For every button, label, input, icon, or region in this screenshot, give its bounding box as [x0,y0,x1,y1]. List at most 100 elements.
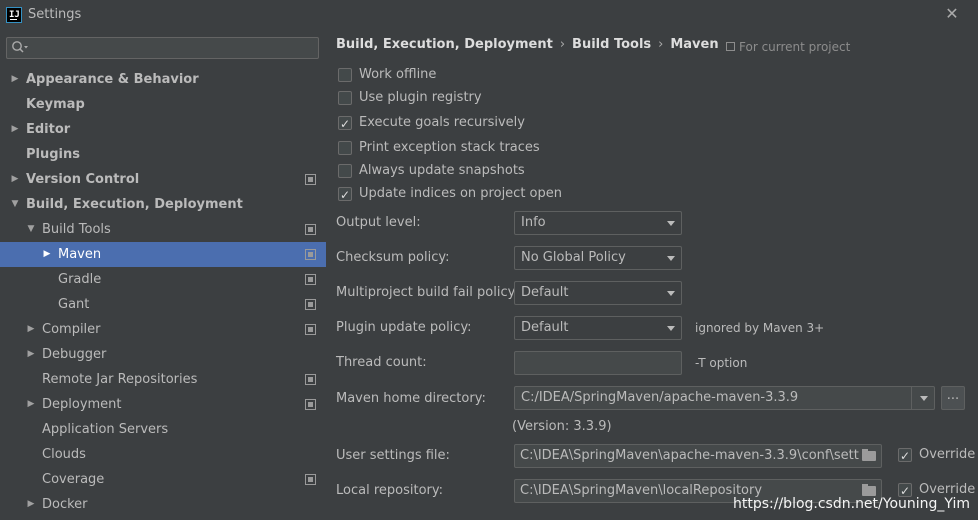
chevron-down-icon [920,396,928,401]
sidebar-item[interactable]: ▼ Build Tools [0,217,326,242]
settings-tree: ▶ Appearance & Behavior Keymap ▶ Editor Plugi… [0,67,326,517]
sidebar-item[interactable]: Application Servers [0,417,326,442]
scope-text: For current project [739,40,851,54]
chevron-down-icon[interactable]: ▼ [25,217,37,242]
window-title: Settings [28,7,82,22]
maven-home-dropdown[interactable]: C:/IDEA/SpringMaven/apache-maven-3.3.9 [514,386,935,410]
sidebar-item[interactable]: ▶ Editor [0,117,326,142]
sidebar-item-label: Coverage [42,472,105,487]
chevron-down-icon [667,326,675,331]
work-offline-checkbox[interactable] [338,68,352,82]
chevron-right-icon[interactable]: ▶ [41,242,53,267]
sidebar-item[interactable]: ▶ Debugger [0,342,326,367]
fail-policy-dropdown[interactable]: Default [514,281,682,305]
sidebar-item-label: Version Control [26,172,140,187]
sidebar-item[interactable]: Keymap [0,92,326,117]
print-exception-stack-traces-checkbox[interactable] [338,141,352,155]
sidebar-item-label: Application Servers [42,422,169,437]
sidebar-item[interactable]: Remote Jar Repositories [0,367,326,392]
chevron-down-icon [667,221,675,226]
checksum-policy-dropdown[interactable]: No Global Policy [514,246,682,270]
input-value: C:\IDEA\SpringMaven\apache-maven-3.3.9\c… [520,448,860,463]
sidebar-item-label: Editor [26,122,71,137]
sidebar-item-label: Build, Execution, Deployment [26,197,243,212]
sidebar-item[interactable]: ▶ Appearance & Behavior [0,67,326,92]
local-repository-override-checkbox[interactable] [898,481,912,501]
folder-icon[interactable] [862,449,876,461]
output-level-dropdown[interactable]: Info [514,211,682,235]
fail-policy-label: Multiproject build fail policy: [336,285,519,300]
chevron-right-icon[interactable]: ▶ [9,67,21,92]
sidebar-item[interactable]: Coverage [0,467,326,492]
always-update-snapshots-checkbox[interactable] [338,164,352,178]
update-indices-checkbox[interactable] [338,185,352,205]
sidebar-item[interactable]: Gradle [0,267,326,292]
chevron-right-icon[interactable]: ▶ [25,317,37,342]
dropdown-value: Info [521,215,546,230]
chevron-down-icon[interactable]: ▼ [9,192,21,217]
sidebar-item[interactable]: ▼ Build, Execution, Deployment [0,192,326,217]
sidebar-item[interactable]: Plugins [0,142,326,167]
project-scope-icon [305,249,316,260]
breadcrumb-item[interactable]: Build Tools [572,37,651,52]
watermark: https://blog.csdn.net/Youning_Yim [733,496,970,512]
use-plugin-registry-checkbox[interactable] [338,91,352,105]
sidebar-item[interactable]: ▶ Maven [0,242,326,267]
breadcrumb: Build, Execution, Deployment › Build Tools… [336,37,719,52]
sidebar-item-label: Deployment [42,397,122,412]
sidebar-item-label: Build Tools [42,222,111,237]
dropdown-value: Default [521,320,569,335]
breadcrumb-separator: › [559,37,566,52]
project-scope-icon [305,274,316,285]
project-scope-icon [305,474,316,485]
sidebar-item[interactable]: Clouds [0,442,326,467]
project-scope-icon [305,174,316,185]
browse-maven-home-button[interactable]: ... [941,386,965,410]
user-settings-input[interactable]: C:\IDEA\SpringMaven\apache-maven-3.3.9\c… [514,444,882,468]
thread-count-input[interactable] [514,351,682,375]
dropdown-value: No Global Policy [521,250,626,265]
chevron-down-icon [667,256,675,261]
dropdown-value: Default [521,285,569,300]
sidebar-item-label: Keymap [26,97,85,112]
sidebar-item-label: Compiler [42,322,101,337]
close-button[interactable]: ✕ [942,4,962,24]
search-icon [12,41,28,53]
folder-icon[interactable] [862,484,876,496]
sidebar-item[interactable]: ▶ Version Control [0,167,326,192]
chevron-right-icon[interactable]: ▶ [25,392,37,417]
plugin-policy-hint: ignored by Maven 3+ [695,321,825,335]
chevron-right-icon[interactable]: ▶ [9,117,21,142]
close-icon: ✕ [945,4,959,23]
sidebar-item[interactable]: Gant [0,292,326,317]
sidebar-item-label: Docker [42,497,88,512]
sidebar-item[interactable]: ▶ Deployment [0,392,326,417]
search-input[interactable] [31,39,311,57]
checkbox-label: Always update snapshots [359,163,525,178]
chevron-right-icon[interactable]: ▶ [25,342,37,367]
chevron-right-icon[interactable]: ▶ [9,167,21,192]
sidebar-item-label: Plugins [26,147,80,162]
project-scope-icon [305,224,316,235]
dropdown-divider [911,387,912,409]
sidebar-item-label: Remote Jar Repositories [42,372,198,387]
project-scope-icon [305,324,316,335]
plugin-update-policy-dropdown[interactable]: Default [514,316,682,340]
local-repository-label: Local repository: [336,483,443,498]
chevron-right-icon[interactable]: ▶ [25,492,37,517]
sidebar-item-label: Debugger [42,347,107,362]
user-settings-override-checkbox[interactable] [898,446,912,466]
thread-count-hint: -T option [695,356,748,370]
execute-goals-recursively-checkbox[interactable] [338,114,352,134]
checkbox-label: Override [919,447,976,462]
breadcrumb-item[interactable]: Build, Execution, Deployment [336,37,553,52]
sidebar-item[interactable]: ▶ Docker [0,492,326,517]
sidebar-item-label: Gradle [58,272,102,287]
breadcrumb-separator: › [658,37,664,52]
checkbox-label: Work offline [359,67,437,82]
sidebar-item[interactable]: ▶ Compiler [0,317,326,342]
maven-version-text: (Version: 3.3.9) [512,419,612,434]
intellij-logo-icon: IJ [6,7,22,23]
maven-settings-panel: Build, Execution, Deployment › Build Tools… [326,30,978,520]
plugin-update-policy-label: Plugin update policy: [336,320,472,335]
